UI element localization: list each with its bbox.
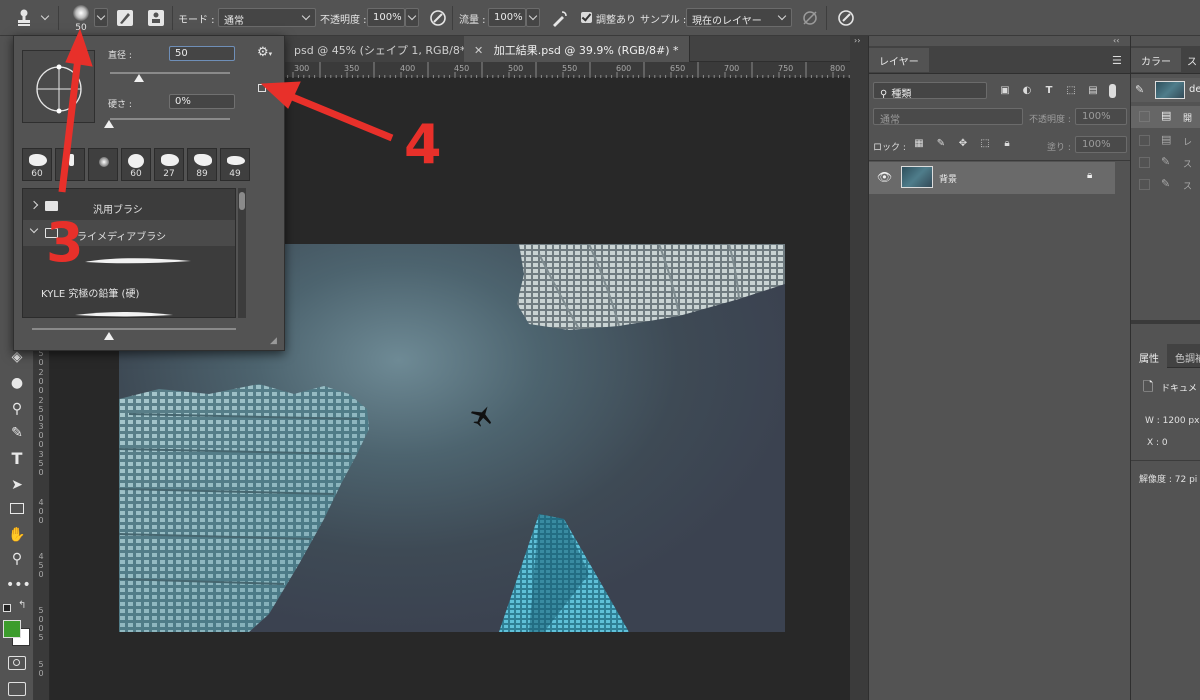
divider	[1131, 460, 1200, 461]
lock-artboard-icon[interactable]: ⬚	[979, 138, 991, 150]
tab-properties[interactable]: 属性	[1131, 344, 1167, 368]
fill-input[interactable]: 100%	[1075, 136, 1127, 153]
history-item-label: ス	[1183, 160, 1193, 170]
filter-toggle-icon[interactable]	[1109, 84, 1116, 98]
tab-color[interactable]: カラー	[1131, 48, 1181, 72]
history-checkbox[interactable]	[1139, 179, 1150, 190]
adjustment-filter-icon[interactable]: ◐	[1021, 85, 1033, 97]
document-icon: ▤	[1161, 133, 1172, 146]
annotation-number-4: 4	[404, 113, 442, 176]
arrow-4-head	[260, 81, 301, 109]
fill-label: 塗り :	[1047, 143, 1071, 153]
expand-panels-icon[interactable]: ‹‹	[1113, 36, 1119, 45]
panel-collapse-strip: ››	[850, 36, 868, 700]
history-checkbox[interactable]	[1139, 111, 1150, 122]
history-checkbox[interactable]	[1139, 157, 1150, 168]
canvas-x-value: X : 0	[1147, 438, 1168, 448]
document-icon: ▤	[1161, 109, 1172, 122]
tab-layers[interactable]: レイヤー	[869, 48, 929, 72]
right-panel-dock: カラー ス ✎ de ▤ 開 ▤ レ ✎ ス ✎ ス 属性 色調補 🗋︎ ドキュ…	[1130, 36, 1200, 700]
shape-filter-icon[interactable]: ⬚	[1065, 85, 1077, 97]
tab-adjustments[interactable]: 色調補	[1175, 350, 1200, 365]
lock-transparent-icon[interactable]: ▦	[913, 138, 925, 150]
canvas-width-value: W : 1200 px	[1145, 416, 1200, 426]
layer-lock-icon: 🔒︎	[1087, 170, 1093, 181]
opacity-label: 不透明度 :	[1029, 115, 1071, 125]
arrow-3-head	[65, 28, 93, 67]
lock-label: ロック :	[873, 143, 906, 153]
layer-filter-select[interactable]: ⚲ 種類	[873, 82, 987, 99]
layer-row-background[interactable]: 👁︎ 背景 🔒︎	[869, 162, 1115, 194]
arrow-3-line	[58, 57, 82, 193]
collapse-panels-icon[interactable]: ››	[854, 36, 860, 45]
stamp-history-icon: ✎	[1161, 177, 1171, 190]
type-filter-icon[interactable]: T	[1043, 85, 1055, 97]
resolution-value: 解像度 : 72 pi	[1139, 475, 1198, 485]
history-checkbox[interactable]	[1139, 135, 1150, 146]
layers-panel: ‹‹ レイヤー ☰ ⚲ 種類 ▣ ◐ T ⬚ ▤ 通常 不透明度 : 100% ロ…	[868, 36, 1131, 700]
divider	[1131, 320, 1200, 324]
document-properties-icon: 🗋︎	[1143, 380, 1154, 395]
visibility-eye-icon[interactable]: 👁︎	[877, 170, 892, 184]
history-item-label: 開	[1183, 114, 1193, 124]
history-item[interactable]: ✎ ス	[1131, 152, 1200, 174]
divider	[869, 160, 1131, 161]
search-icon: ⚲	[880, 89, 888, 99]
history-item[interactable]: ✎ ス	[1131, 174, 1200, 196]
pixel-filter-icon[interactable]: ▣	[999, 85, 1011, 97]
filter-kind-label: 種類	[891, 89, 912, 99]
history-brush-icon[interactable]: ✎	[1135, 83, 1144, 96]
blend-mode-select[interactable]: 通常	[873, 108, 1023, 125]
history-item-label: レ	[1183, 138, 1193, 148]
history-item[interactable]: ▤ レ	[1131, 130, 1200, 152]
stamp-history-icon: ✎	[1161, 155, 1171, 168]
document-properties-label: ドキュメ	[1161, 384, 1198, 394]
history-snapshot-label: de	[1189, 84, 1200, 95]
annotation-number-3: 3	[46, 211, 84, 274]
layer-thumbnail[interactable]	[901, 166, 933, 188]
arrow-4-line	[288, 92, 394, 142]
lock-position-icon[interactable]: ✥	[957, 138, 969, 150]
lock-image-icon[interactable]: ✎	[935, 138, 947, 150]
history-snapshot-row[interactable]: ✎ de	[1131, 78, 1200, 102]
history-item[interactable]: ▤ 開	[1131, 106, 1200, 128]
layer-name[interactable]: 背景	[939, 172, 957, 185]
layer-opacity-input[interactable]: 100%	[1075, 108, 1127, 125]
panel-menu-icon[interactable]: ☰	[1112, 54, 1122, 67]
history-thumbnail	[1155, 81, 1185, 99]
smart-object-filter-icon[interactable]: ▤	[1087, 85, 1099, 97]
history-item-label: ス	[1183, 182, 1193, 192]
lock-all-icon[interactable]: 🔒︎	[1001, 138, 1013, 150]
tab-swatches[interactable]: ス	[1177, 48, 1200, 72]
